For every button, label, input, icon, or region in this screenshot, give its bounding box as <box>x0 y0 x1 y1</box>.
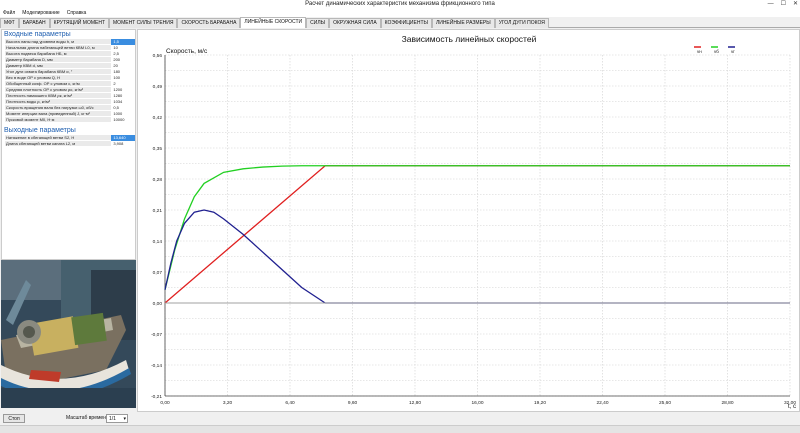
y-tick-label: 0,49 <box>153 84 163 90</box>
x-tick-label: 19,20 <box>534 400 546 406</box>
param-label: Длина сбегающей ветви каната L2, м <box>5 141 112 147</box>
menu-file[interactable]: Файл <box>3 9 15 17</box>
app-window: Расчет динамических характеристик механи… <box>0 0 800 433</box>
minimize-button[interactable]: — <box>768 0 774 9</box>
chart-x-axis-label: t, с <box>788 404 796 410</box>
menu-bar: Файл Моделирование Справка <box>0 9 800 17</box>
y-tick-label: 0,35 <box>153 146 163 152</box>
maximize-button[interactable]: ☐ <box>781 0 786 9</box>
legend-label: vб <box>714 49 719 54</box>
x-tick-label: 12,80 <box>409 400 421 406</box>
window-title: Расчет динамических характеристик механи… <box>305 1 495 7</box>
output-params-title: Выходные параметры <box>4 127 76 134</box>
tab-mft[interactable]: МФТ <box>0 18 19 28</box>
close-button[interactable]: ✕ <box>793 0 798 9</box>
param-label: Пусковой момент М0, Н·м <box>5 117 112 123</box>
output-params-table: Натяжение в сбегающей ветви S2, Н 13,640 Д… <box>5 135 135 147</box>
x-tick-label: 25,60 <box>659 400 671 406</box>
chart-panel: -0,21 -0,14 -0,07 0,00 0,07 0,14 0,21 0,28 0,35 0… <box>137 29 800 412</box>
y-tick-label: 0,21 <box>153 208 163 214</box>
param-row: Пусковой момент М0, Н·м 10000 <box>5 117 135 123</box>
x-tick-label: 28,80 <box>721 400 733 406</box>
tab-rest-arc-angle[interactable]: УГОЛ ДУГИ ПОКОЯ <box>494 18 549 28</box>
linear-speeds-chart: -0,21 -0,14 -0,07 0,00 0,07 0,14 0,21 0,28 0,35 0… <box>151 34 796 410</box>
x-tick-label: 22,40 <box>596 400 608 406</box>
chart-series <box>164 165 790 304</box>
chevron-down-icon: ▾ <box>123 416 126 422</box>
legend-label: vг <box>731 49 735 54</box>
param-row: Длина сбегающей ветви каната L2, м 3,908 <box>5 141 135 147</box>
bottom-toolbar: Стоп Масштаб времени 1/1 ▾ <box>0 412 800 433</box>
title-bar: Расчет динамических характеристик механи… <box>0 0 800 9</box>
y-tick-label: 0,56 <box>153 53 163 59</box>
x-tick-label: 0,00 <box>160 400 170 406</box>
tab-linear-dimensions[interactable]: ЛИНЕЙНЫЕ РАЗМЕРЫ <box>431 18 495 28</box>
input-params-title: Входные параметры <box>4 31 71 38</box>
legend-label: vн <box>697 49 702 54</box>
x-tick-label: 16,00 <box>471 400 483 406</box>
time-scale-label: Масштаб времени <box>66 415 109 421</box>
menu-modeling[interactable]: Моделирование <box>22 9 59 17</box>
tab-coefficients[interactable]: КОЭФФИЦИЕНТЫ <box>380 18 432 28</box>
parameters-panel: Входные параметры Высота лапы над уровне… <box>1 29 136 260</box>
stop-button[interactable]: Стоп <box>3 414 25 423</box>
boat-photo <box>1 260 136 408</box>
tab-linear-speeds[interactable]: ЛИНЕЙНЫЕ СКОРОСТИ <box>240 17 307 28</box>
time-scale-value: 1/1 <box>109 416 116 422</box>
y-tick-label: 0,07 <box>153 270 163 276</box>
chart-axes: -0,21 -0,14 -0,07 0,00 0,07 0,14 0,21 0,28 0,35 0… <box>151 53 796 406</box>
chart-grid <box>164 54 791 397</box>
y-tick-label: -0,07 <box>151 332 162 338</box>
chart-title: Зависимость линейных скоростей <box>402 34 537 44</box>
x-tick-label: 3,20 <box>223 400 233 406</box>
tab-forces[interactable]: СИЛЫ <box>306 18 330 28</box>
status-bar <box>0 425 800 433</box>
time-scale-select[interactable]: 1/1 ▾ <box>106 414 128 423</box>
input-params-table: Высота лапы над уровнем воды h, м 1,5 Нача… <box>5 39 135 123</box>
tab-friction-moment[interactable]: МОМЕНТ СИЛЫ ТРЕНИЯ <box>109 18 178 28</box>
y-tick-label: 0,42 <box>153 115 163 121</box>
menu-help[interactable]: Справка <box>67 9 87 17</box>
y-tick-label: -0,21 <box>151 394 162 400</box>
chart-legend: vн vб vг <box>694 46 735 54</box>
tab-torque[interactable]: КРУТЯЩИЙ МОМЕНТ <box>49 18 110 28</box>
y-tick-label: 0,00 <box>153 301 163 307</box>
x-tick-label: 6,40 <box>285 400 295 406</box>
series-line-v0 <box>164 165 790 304</box>
chart-y-axis-label: Скорость, м/с <box>166 48 208 55</box>
y-tick-label: 0,28 <box>153 177 163 183</box>
x-tick-label: 9,60 <box>348 400 358 406</box>
tab-drum[interactable]: БАРАБАН <box>18 18 50 28</box>
y-tick-label: 0,14 <box>153 239 163 245</box>
tab-circumferential-force[interactable]: ОКРУЖНАЯ СИЛА <box>329 18 381 28</box>
boat-image <box>1 260 136 408</box>
y-tick-label: -0,14 <box>151 363 162 369</box>
param-value-input[interactable]: 10000 <box>111 117 135 123</box>
tab-bar: МФТ БАРАБАН КРУТЯЩИЙ МОМЕНТ МОМЕНТ СИЛЫ … <box>0 17 800 28</box>
param-value-input[interactable]: 3,908 <box>111 141 135 147</box>
tab-drum-speed[interactable]: СКОРОСТЬ БАРАБАНА <box>177 18 241 28</box>
window-controls: — ☐ ✕ <box>768 0 798 9</box>
